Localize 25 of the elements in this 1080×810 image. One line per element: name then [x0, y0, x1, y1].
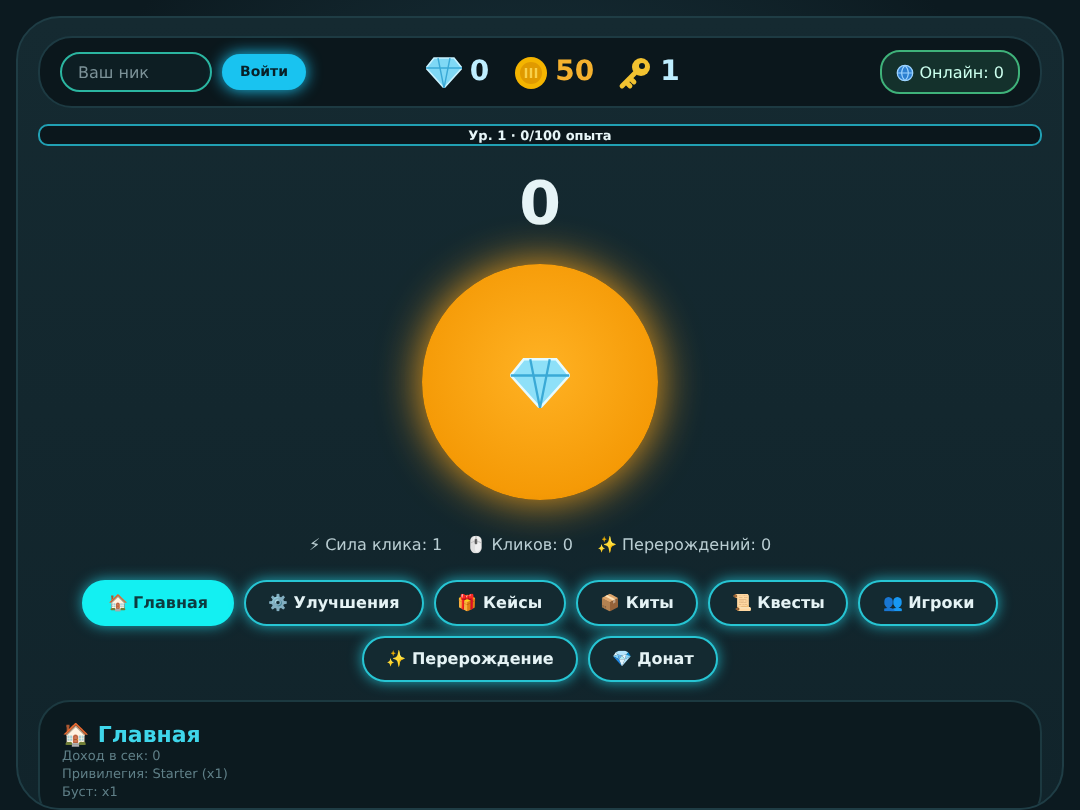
gem-icon: [425, 56, 462, 88]
nav-tab[interactable]: 📜 Квесты: [707, 580, 849, 626]
nav-tab[interactable]: 🎁 Кейсы: [433, 580, 567, 626]
nav-tab[interactable]: 📦 Киты: [576, 580, 698, 626]
key-count: 1: [660, 56, 680, 88]
score: 0: [517, 170, 563, 242]
nick-field[interactable]: Ваш ник: [60, 52, 212, 92]
globe-icon: [895, 63, 914, 81]
gem-count: 0: [469, 56, 490, 88]
nav-tab[interactable]: ✨ Перерождение: [362, 636, 578, 682]
click-orb[interactable]: [422, 264, 658, 500]
coin-icon: [513, 55, 548, 89]
gem-icon: [510, 356, 570, 408]
stat-label: ✨ Перерождений: 0: [596, 536, 772, 554]
stat-label: ⚡ Сила клика: 1: [308, 536, 443, 554]
key-icon: [618, 55, 653, 89]
nav-tab[interactable]: 👥 Игроки: [858, 580, 999, 626]
nav-tab[interactable]: 💎 Донат: [587, 636, 718, 682]
coin-count: 50: [555, 56, 595, 88]
nav-tab[interactable]: 🏠 Главная: [81, 580, 235, 626]
online-count: Онлайн: 0: [919, 63, 1004, 81]
section-title: 🏠 Главная: [62, 722, 203, 748]
nav-tab[interactable]: ⚙ Улучшения: [244, 580, 424, 626]
online-badge[interactable]: Онлайн: 0: [879, 50, 1020, 94]
stat-label: 🖱 Кликов: 0: [466, 536, 573, 554]
